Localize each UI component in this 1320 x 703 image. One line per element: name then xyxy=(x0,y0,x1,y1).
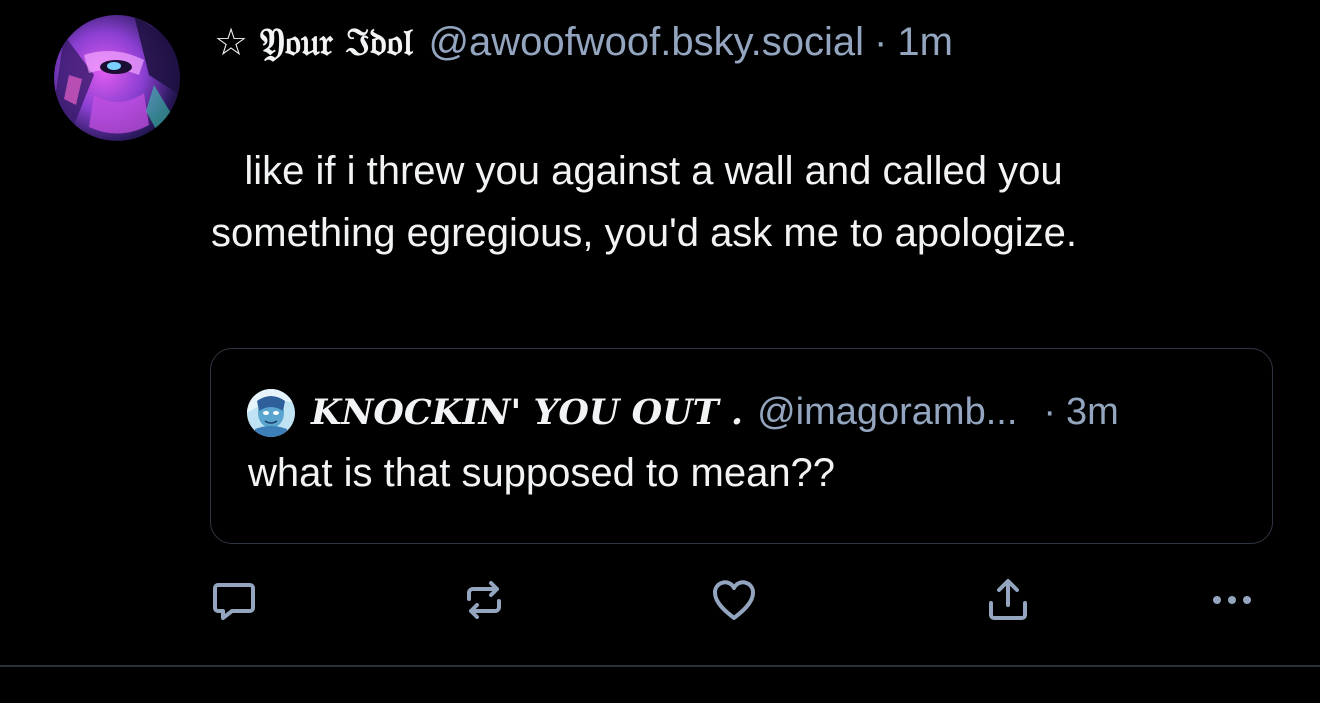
more-options-button[interactable] xyxy=(1206,574,1258,626)
more-icon xyxy=(1213,596,1251,604)
quoted-post-header: KNOCKIN' YOU OUT . @imagoramb... · 3m xyxy=(311,385,1119,439)
star-icon: ☆ xyxy=(214,20,249,64)
quoted-user-avatar xyxy=(247,389,295,437)
post-timestamp[interactable]: 1m xyxy=(897,20,953,65)
post[interactable]: ☆ 𝔜𝔬𝔲𝔯 ℑ𝔡𝔬𝔩 @awoofwoof.bsky.social · 1m … xyxy=(0,0,1320,665)
quoted-post-text: what is that supposed to mean?? xyxy=(248,451,836,495)
user-avatar[interactable] xyxy=(54,15,180,141)
user-avatar-icon xyxy=(54,15,180,141)
quoted-author-display-name[interactable]: KNOCKIN' YOU OUT . xyxy=(311,392,743,433)
quoted-author-handle[interactable]: @imagoramb... xyxy=(757,391,1017,434)
separator-dot: · xyxy=(1043,390,1057,433)
repost-button[interactable] xyxy=(458,574,510,626)
share-icon xyxy=(989,579,1027,620)
author-display-name[interactable]: 𝔜𝔬𝔲𝔯 ℑ𝔡𝔬𝔩 xyxy=(260,19,412,65)
repost-icon xyxy=(467,581,501,619)
like-button[interactable] xyxy=(708,574,760,626)
heart-icon xyxy=(713,580,755,620)
post-text: like if i threw you against a wall and c… xyxy=(211,149,1077,255)
quoted-user-avatar-icon xyxy=(247,389,295,437)
post-divider xyxy=(0,665,1320,667)
quoted-post-timestamp[interactable]: 3m xyxy=(1066,391,1119,434)
post-header: ☆ 𝔜𝔬𝔲𝔯 ℑ𝔡𝔬𝔩 @awoofwoof.bsky.social · 1m xyxy=(214,14,953,70)
quoted-post[interactable]: KNOCKIN' YOU OUT . @imagoramb... · 3m wh… xyxy=(210,348,1273,544)
share-button[interactable] xyxy=(982,574,1034,626)
separator-dot: · xyxy=(874,19,888,64)
reply-icon xyxy=(213,583,255,620)
author-handle[interactable]: @awoofwoof.bsky.social xyxy=(428,20,864,65)
reply-button[interactable] xyxy=(208,574,260,626)
